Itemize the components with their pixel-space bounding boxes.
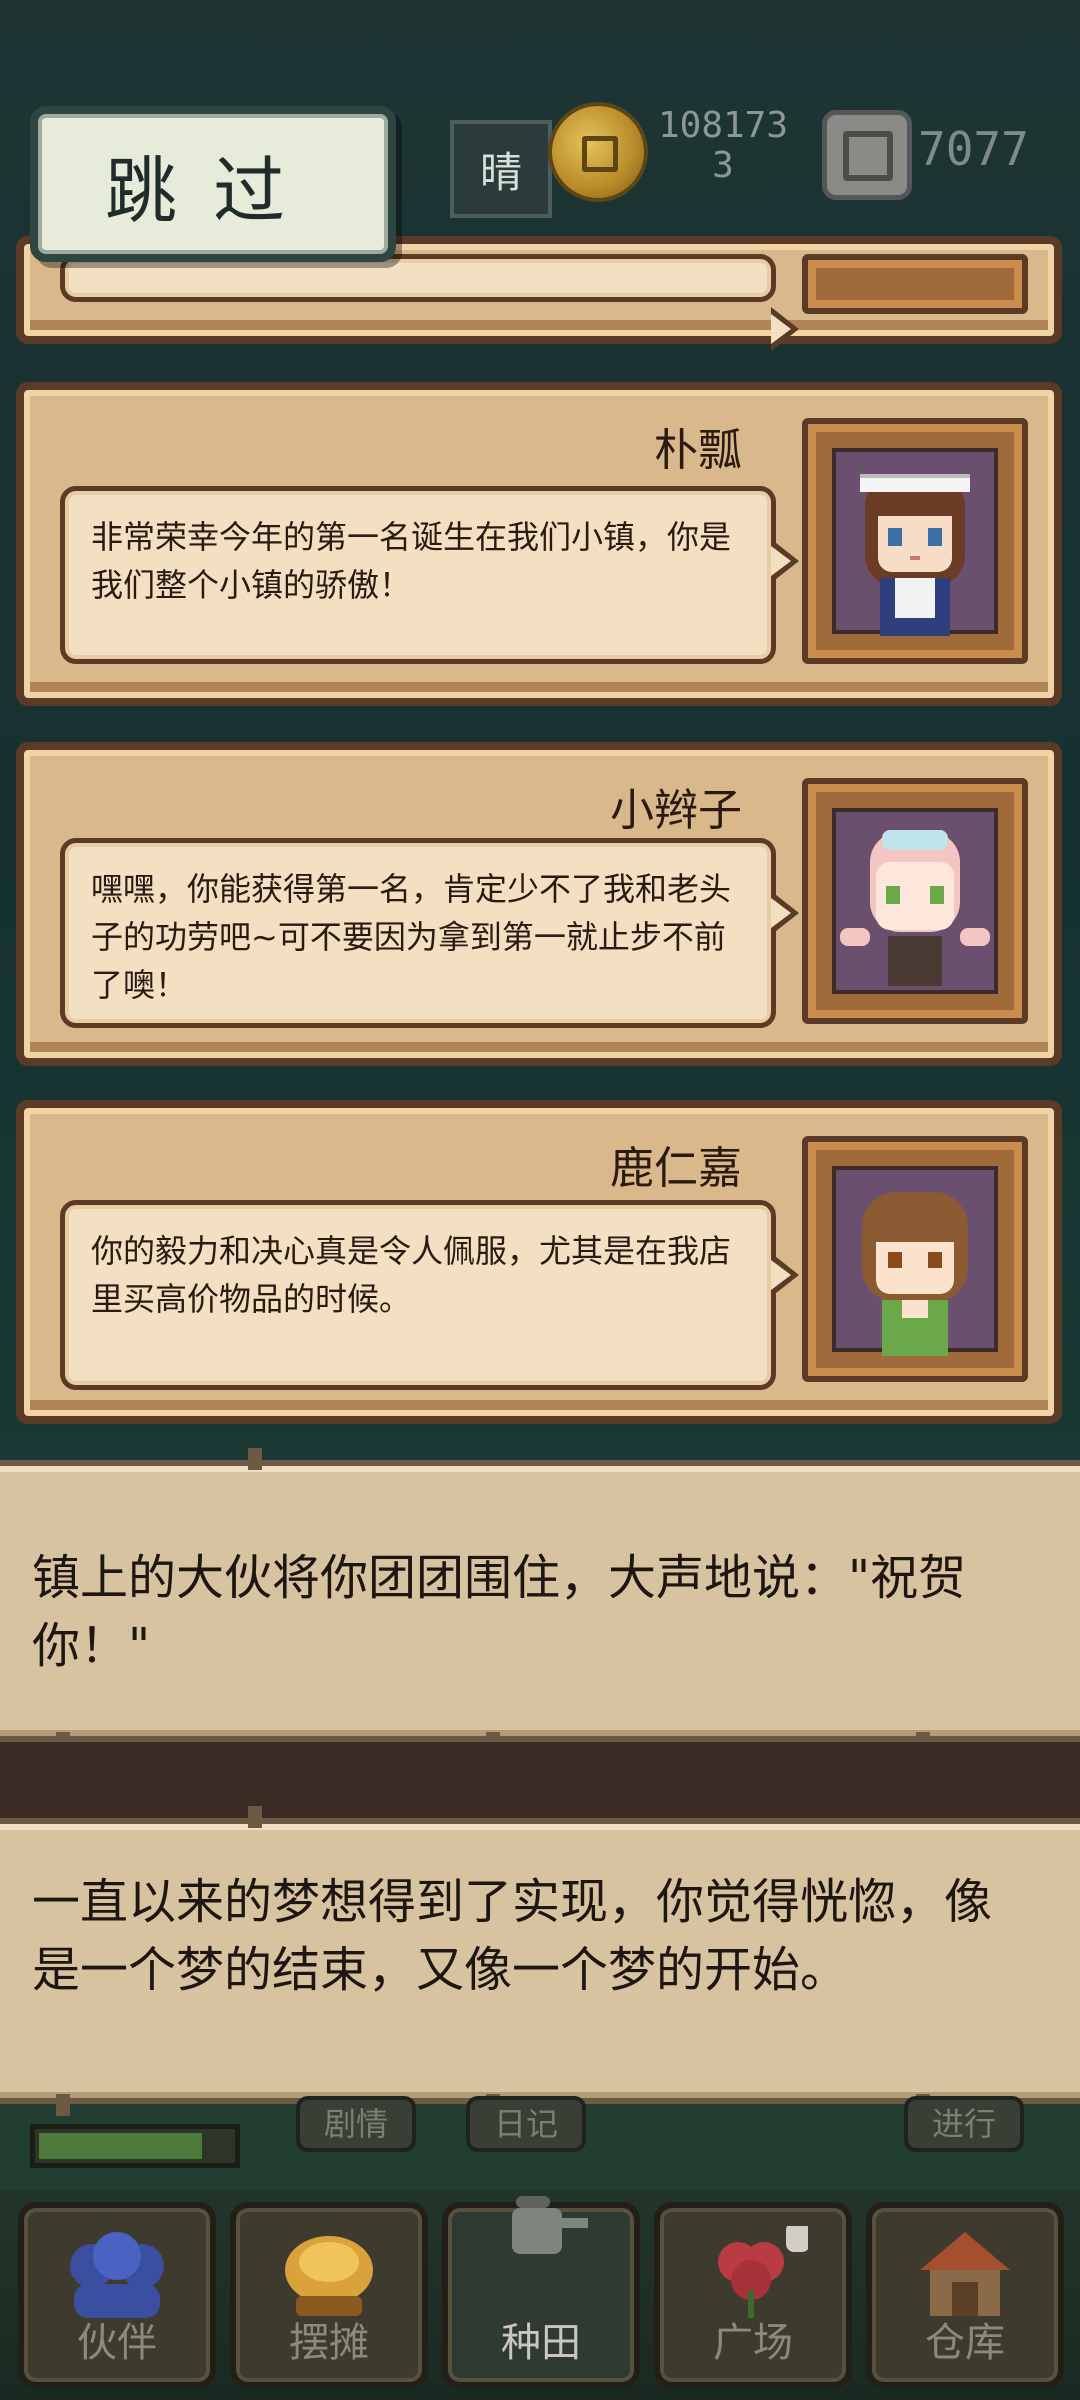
narration-text: 镇上的大伙将你团团围住，大声地说："祝贺你！" <box>32 1550 967 1674</box>
peg <box>248 1806 262 1828</box>
bob-hair-girl-portrait-icon <box>862 1192 968 1356</box>
dialog-card: 鹿仁嘉 你的毅力和决心真是令人佩服，尤其是在我店里买高价物品的时候。 <box>16 1100 1062 1424</box>
maid-girl-portrait-icon <box>860 474 970 636</box>
nav-label: 仓库 <box>925 2320 1005 2366</box>
coin-icon <box>548 102 648 202</box>
nav-label: 种田 <box>501 2320 581 2366</box>
speaker-name: 小辫子 <box>610 785 742 836</box>
plaza-flower-icon <box>718 2226 808 2318</box>
stall-icon <box>285 2236 373 2316</box>
narration-text: 一直以来的梦想得到了实现，你觉得恍惚，像是一个梦的结束，又像一个梦的开始。 <box>32 1874 993 1998</box>
diary-button[interactable]: 日记 <box>466 2096 587 2152</box>
portrait-frame <box>802 778 1028 1024</box>
speech-bubble: 嘿嘿，你能获得第一名，肯定少不了我和老头子的功劳吧~可不要因为拿到第一就止步不前… <box>60 838 799 1028</box>
companion-icon <box>70 2232 164 2318</box>
background-strip <box>0 1742 1080 1820</box>
portrait-frame <box>802 418 1028 664</box>
stamina-progress-bar <box>30 2124 240 2168</box>
peg <box>248 1448 262 1470</box>
bottom-nav: 伙伴 摆摊 种田 广场 仓库 <box>0 2190 1080 2400</box>
warehouse-icon <box>920 2232 1010 2316</box>
speech-bubble: 非常荣幸今年的第一名诞生在我们小镇，你是我们整个小镇的骄傲！ <box>60 486 799 664</box>
nav-label: 广场 <box>713 2320 793 2366</box>
story-button[interactable]: 剧情 <box>296 2096 417 2152</box>
progress-fill <box>39 2133 202 2159</box>
speaker-name: 朴瓢 <box>654 425 742 476</box>
portrait-frame <box>802 1136 1028 1382</box>
narration-box[interactable]: 一直以来的梦想得到了实现，你觉得恍惚，像是一个梦的结束，又像一个梦的开始。 <box>0 1806 1080 2116</box>
gem-count: 7077 <box>918 122 1029 176</box>
proceed-button[interactable]: 进行 <box>904 2096 1025 2152</box>
nav-warehouse[interactable]: 仓库 <box>866 2202 1064 2388</box>
nav-companion[interactable]: 伙伴 <box>18 2202 216 2388</box>
skip-button[interactable]: 跳过 <box>30 106 396 262</box>
nav-label: 伙伴 <box>77 2320 157 2366</box>
dialog-card: 小辫子 嘿嘿，你能获得第一名，肯定少不了我和老头子的功劳吧~可不要因为拿到第一就… <box>16 742 1062 1066</box>
nav-plaza[interactable]: 广场 <box>654 2202 852 2388</box>
speaker-name: 鹿仁嘉 <box>610 1143 742 1194</box>
watering-can-icon <box>512 2196 588 2254</box>
dialog-card: 朴瓢 非常荣幸今年的第一名诞生在我们小镇，你是我们整个小镇的骄傲！ <box>16 382 1062 706</box>
nav-farm[interactable]: 种田 <box>442 2196 640 2388</box>
narration-box[interactable]: 镇上的大伙将你团团围住，大声地说："祝贺你！" <box>0 1448 1080 1754</box>
nav-stall[interactable]: 摆摊 <box>230 2202 428 2388</box>
nav-label: 摆摊 <box>289 2320 369 2366</box>
coin-count: 1081733 <box>657 105 789 186</box>
weather-indicator: 晴 <box>450 120 552 218</box>
gem-icon <box>822 110 912 200</box>
portrait-frame-partial <box>802 254 1028 314</box>
speech-bubble: 你的毅力和决心真是令人佩服，尤其是在我店里买高价物品的时候。 <box>60 1200 799 1390</box>
twin-tail-girl-portrait-icon <box>840 830 990 986</box>
